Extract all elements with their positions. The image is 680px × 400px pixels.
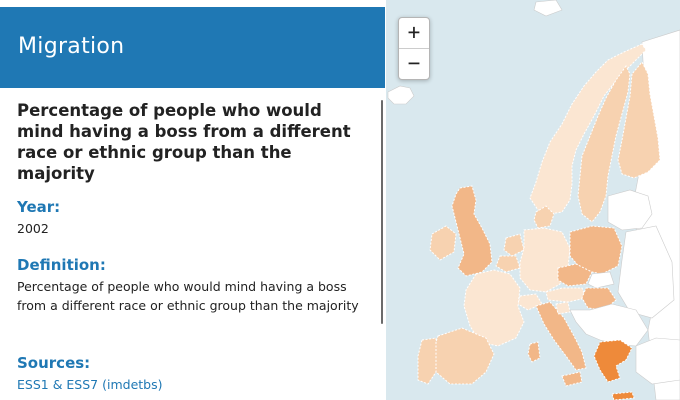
indicator-title: Percentage of people who would mind havi… xyxy=(17,101,351,183)
zoom-out-button[interactable]: − xyxy=(399,49,429,79)
europe-map[interactable] xyxy=(386,0,680,400)
top-gap xyxy=(0,0,385,7)
turkey-no-data[interactable] xyxy=(635,337,680,385)
header-title: Migration xyxy=(18,34,125,59)
year-label: Year: xyxy=(17,198,61,216)
info-panel: Percentage of people who would mind havi… xyxy=(0,88,385,400)
sources-link[interactable]: ESS1 & ESS7 (imdetbs) xyxy=(17,375,367,394)
slovenia-region[interactable] xyxy=(555,301,571,315)
zoom-control: + − xyxy=(398,17,430,80)
map-view[interactable]: + − xyxy=(386,0,680,400)
definition-label: Definition: xyxy=(17,256,106,274)
header-bar: Migration xyxy=(0,7,385,88)
definition-text: Percentage of people who would mind havi… xyxy=(17,279,359,313)
year-value: 2002 xyxy=(17,221,49,236)
sources-label: Sources: xyxy=(17,354,91,372)
zoom-in-button[interactable]: + xyxy=(399,18,429,48)
panel-scrollbar[interactable] xyxy=(381,100,383,324)
